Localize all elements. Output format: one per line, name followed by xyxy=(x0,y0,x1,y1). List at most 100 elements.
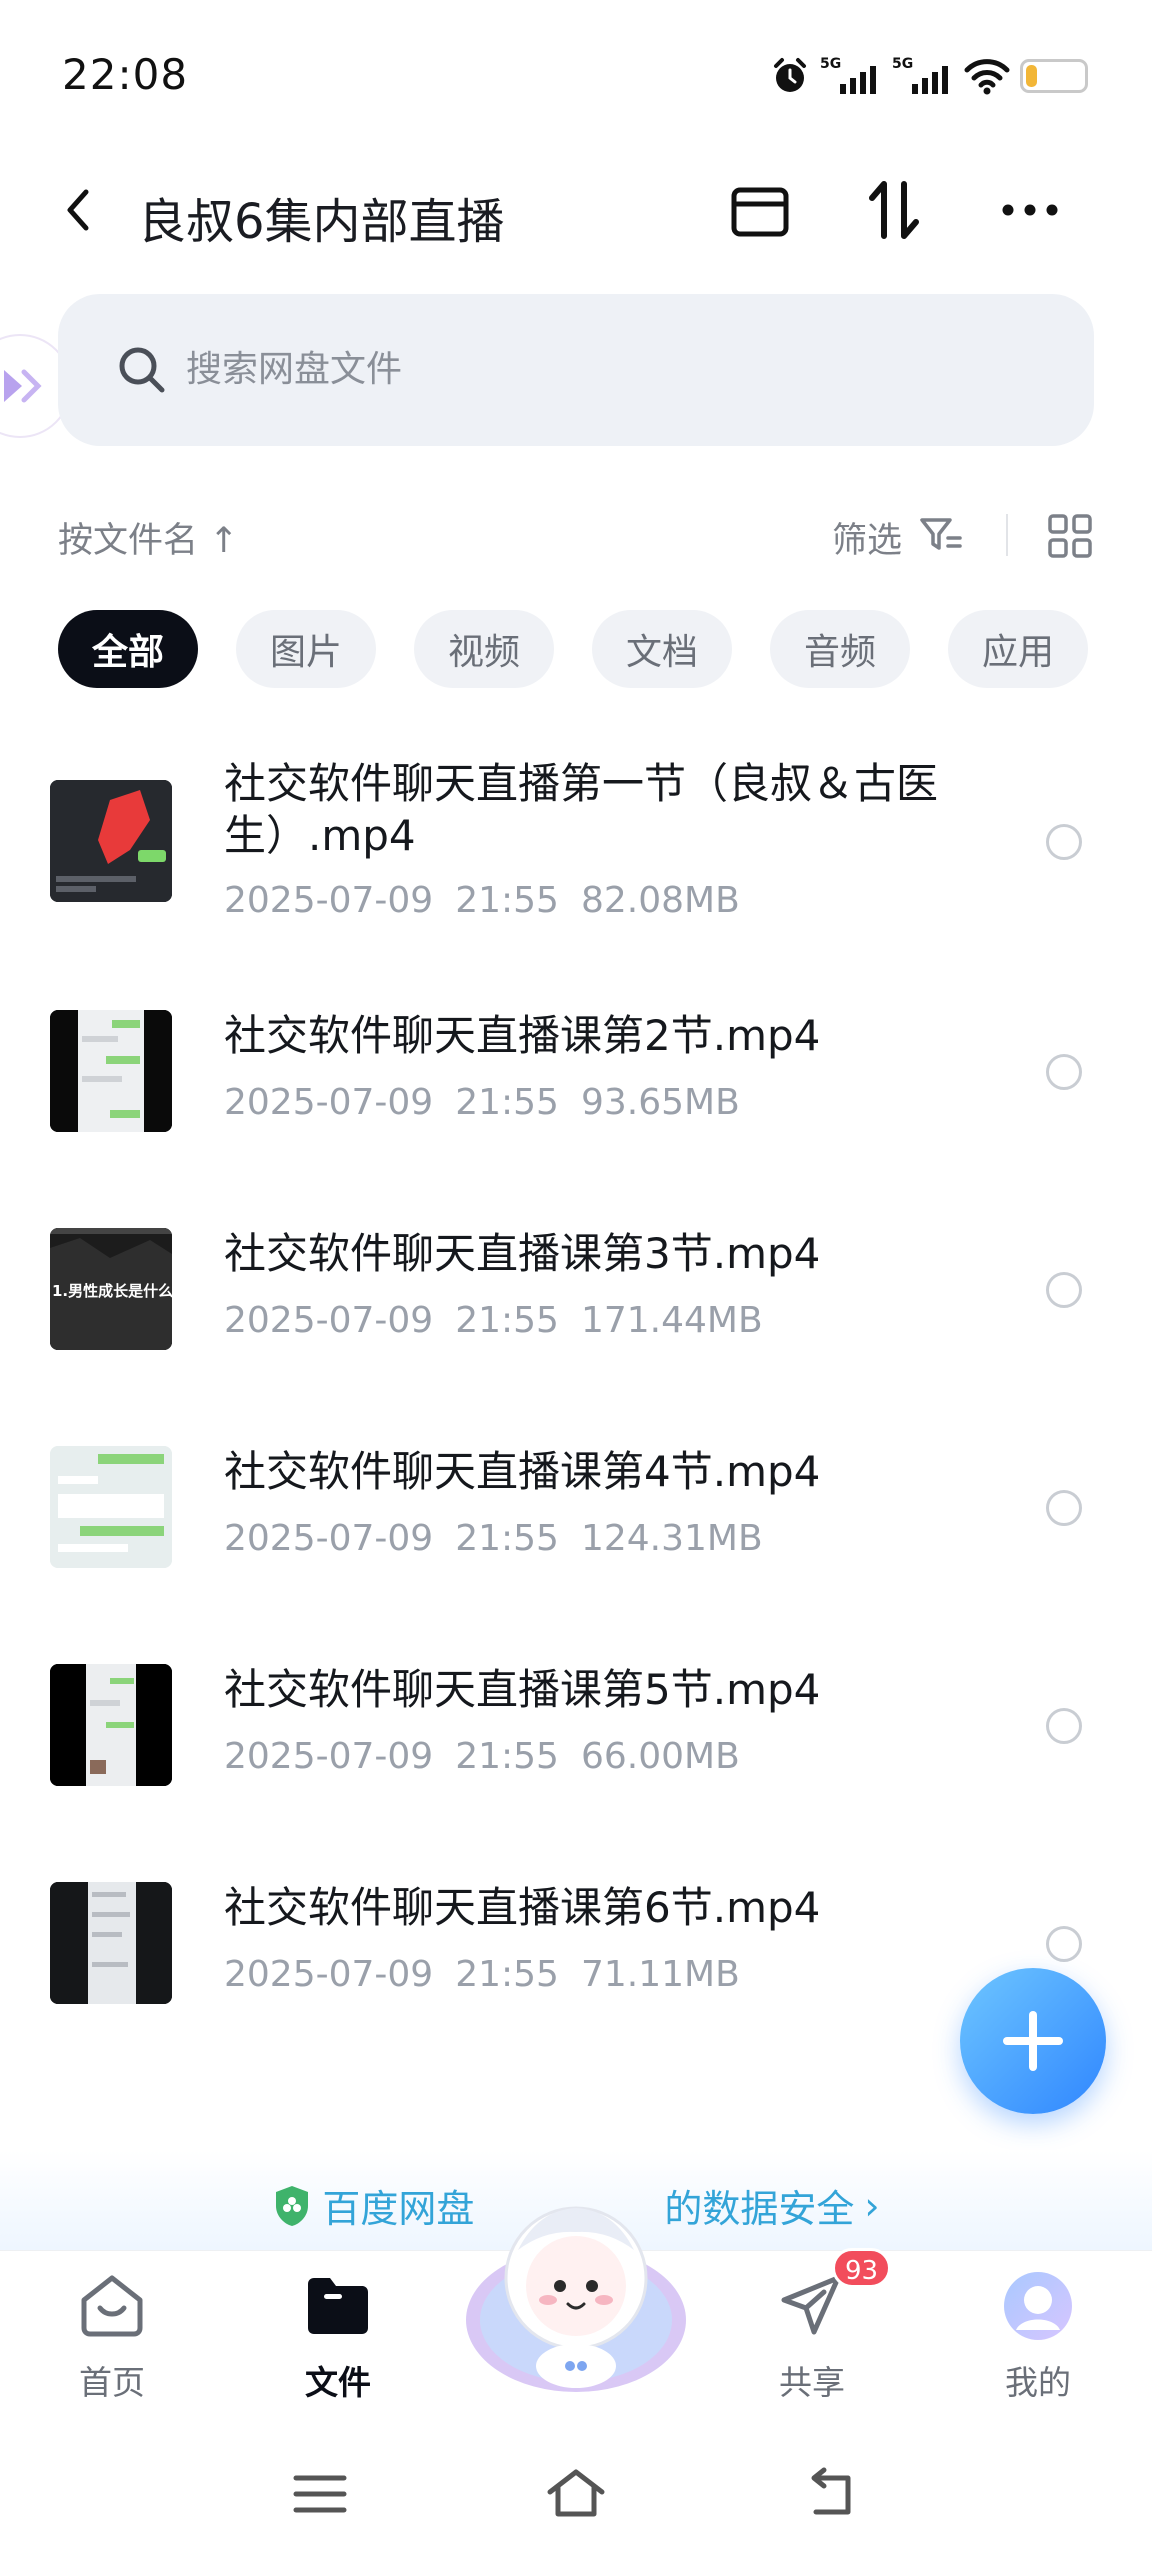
chip-documents[interactable]: 文档 xyxy=(592,610,732,688)
home-icon xyxy=(81,2275,143,2337)
file-time: 21:55 xyxy=(455,880,559,921)
file-time: 21:55 xyxy=(455,1954,559,1995)
menu-icon[interactable] xyxy=(290,2464,350,2524)
back-arrow-icon[interactable] xyxy=(52,182,108,238)
file-date: 2025-07-09 xyxy=(224,1082,434,1123)
file-row[interactable]: 社交软件聊天直播第一节（良叔＆古医生）.mp4 2025-07-09 21:55 8… xyxy=(0,740,1152,950)
video-thumbnail xyxy=(50,1010,172,1132)
grid-view-icon[interactable] xyxy=(1046,512,1094,560)
select-checkbox[interactable] xyxy=(1046,1708,1082,1744)
file-row[interactable]: 社交软件聊天直播课第2节.mp4 2025-07-09 21:55 93.65MB xyxy=(0,1000,1152,1170)
network-5g-label-2: 5G xyxy=(892,56,913,72)
status-bar: 22:08 5G 5G 27 xyxy=(0,0,1152,150)
system-navigation xyxy=(0,2420,1152,2560)
status-icons: 5G 5G 27 xyxy=(770,54,1088,98)
sort-row: 按文件名 ↑ 筛选 xyxy=(0,500,1152,570)
tab-me[interactable]: 我的 xyxy=(968,2270,1108,2404)
filter-icon[interactable] xyxy=(918,512,964,558)
more-icon[interactable] xyxy=(1000,180,1060,240)
thumbnail-image xyxy=(50,1446,172,1568)
tab-share-label: 共享 xyxy=(779,2363,845,2402)
file-row[interactable]: 1.男性成长是什么 社交软件聊天直播课第3节.mp4 2025-07-09 21:… xyxy=(0,1218,1152,1388)
chip-apps[interactable]: 应用 xyxy=(948,610,1088,688)
folder-icon xyxy=(308,2278,368,2334)
file-date: 2025-07-09 xyxy=(224,1300,434,1341)
sort-divider xyxy=(1006,514,1008,556)
file-meta: 2025-07-09 21:55 82.08MB xyxy=(224,880,762,921)
select-checkbox[interactable] xyxy=(1046,824,1082,860)
file-meta: 2025-07-09 21:55 66.00MB xyxy=(224,1736,762,1777)
file-name: 社交软件聊天直播课第4节.mp4 xyxy=(224,1447,821,1496)
thumbnail-image: 1.男性成长是什么 xyxy=(50,1228,172,1350)
chip-videos[interactable]: 视频 xyxy=(414,610,554,688)
thumbnail-image xyxy=(50,1882,172,2004)
home-nav-icon[interactable] xyxy=(546,2464,606,2524)
network-5g-label: 5G xyxy=(820,56,841,72)
file-size: 124.31MB xyxy=(580,1518,763,1559)
mascot-icon xyxy=(466,2206,686,2392)
add-button[interactable] xyxy=(960,1968,1106,2114)
select-checkbox[interactable] xyxy=(1046,1054,1082,1090)
video-thumbnail xyxy=(50,1664,172,1786)
profile-icon xyxy=(1004,2272,1072,2340)
video-thumbnail xyxy=(50,1882,172,2004)
file-name: 社交软件聊天直播课第6节.mp4 xyxy=(224,1883,821,1932)
video-thumbnail xyxy=(50,780,172,902)
sort-icon[interactable] xyxy=(864,180,924,240)
file-row[interactable]: 社交软件聊天直播课第5节.mp4 2025-07-09 21:55 66.00MB xyxy=(0,1654,1152,1824)
thumbnail-image xyxy=(50,1664,172,1786)
file-size: 71.11MB xyxy=(580,1954,740,1995)
filter-chips: 全部 图片 视频 文档 音频 应用 xyxy=(58,610,1088,688)
sort-by-name-button[interactable]: 按文件名 ↑ xyxy=(58,512,238,563)
file-date: 2025-07-09 xyxy=(224,1736,434,1777)
chip-all[interactable]: 全部 xyxy=(58,610,198,688)
file-time: 21:55 xyxy=(455,1082,559,1123)
shield-icon xyxy=(276,2185,309,2226)
wifi-icon xyxy=(964,59,1010,95)
file-name: 社交软件聊天直播课第3节.mp4 xyxy=(224,1229,821,1278)
search-placeholder: 搜索网盘文件 xyxy=(186,349,403,390)
video-thumbnail xyxy=(50,1446,172,1568)
tab-me-label: 我的 xyxy=(1005,2363,1071,2402)
file-time: 21:55 xyxy=(455,1518,559,1559)
filter-button[interactable]: 筛选 xyxy=(832,512,902,563)
chip-images[interactable]: 图片 xyxy=(236,610,376,688)
battery-icon: 27 xyxy=(1020,59,1088,93)
file-meta: 2025-07-09 21:55 71.11MB xyxy=(224,1954,762,1995)
battery-level: 27 xyxy=(1037,62,1071,90)
file-meta: 2025-07-09 21:55 124.31MB xyxy=(224,1518,785,1559)
file-row[interactable]: 社交软件聊天直播课第4节.mp4 2025-07-09 21:55 124.31MB xyxy=(0,1436,1152,1606)
archive-icon[interactable] xyxy=(730,180,790,240)
file-name: 社交软件聊天直播课第5节.mp4 xyxy=(224,1665,821,1714)
chip-audio[interactable]: 音频 xyxy=(770,610,910,688)
search-input[interactable]: 搜索网盘文件 xyxy=(58,294,1094,446)
mascot-button[interactable] xyxy=(458,2190,694,2410)
signal-5g-icon-2: 5G xyxy=(892,56,948,94)
file-size: 66.00MB xyxy=(580,1736,740,1777)
thumbnail-image xyxy=(50,780,172,902)
file-time: 21:55 xyxy=(455,1300,559,1341)
file-time: 21:55 xyxy=(455,1736,559,1777)
thumbnail-image xyxy=(50,1010,172,1132)
tab-files-label: 文件 xyxy=(305,2363,371,2402)
back-nav-icon[interactable] xyxy=(802,2464,862,2524)
file-size: 93.65MB xyxy=(580,1082,740,1123)
security-text-left: 百度网盘 xyxy=(322,2187,475,2231)
select-checkbox[interactable] xyxy=(1046,1272,1082,1308)
header: 良叔6集内部直播 xyxy=(0,160,1152,260)
search-icon xyxy=(119,347,165,393)
select-checkbox[interactable] xyxy=(1046,1490,1082,1526)
video-thumbnail: 1.男性成长是什么 xyxy=(50,1228,172,1350)
file-name: 社交软件聊天直播第一节（良叔＆古医生）.mp4 xyxy=(224,759,939,860)
thumbnail-caption: 1.男性成长是什么 xyxy=(52,1282,172,1300)
file-size: 171.44MB xyxy=(580,1300,763,1341)
file-date: 2025-07-09 xyxy=(224,1954,434,1995)
tab-files[interactable]: 文件 xyxy=(268,2270,408,2404)
tab-home[interactable]: 首页 xyxy=(42,2270,182,2404)
page-title: 良叔6集内部直播 xyxy=(138,194,505,250)
file-meta: 2025-07-09 21:55 93.65MB xyxy=(224,1082,762,1123)
file-name: 社交软件聊天直播课第2节.mp4 xyxy=(224,1011,821,1060)
select-checkbox[interactable] xyxy=(1046,1926,1082,1962)
alarm-icon xyxy=(774,58,806,92)
share-count-badge: 93 xyxy=(832,2248,892,2288)
